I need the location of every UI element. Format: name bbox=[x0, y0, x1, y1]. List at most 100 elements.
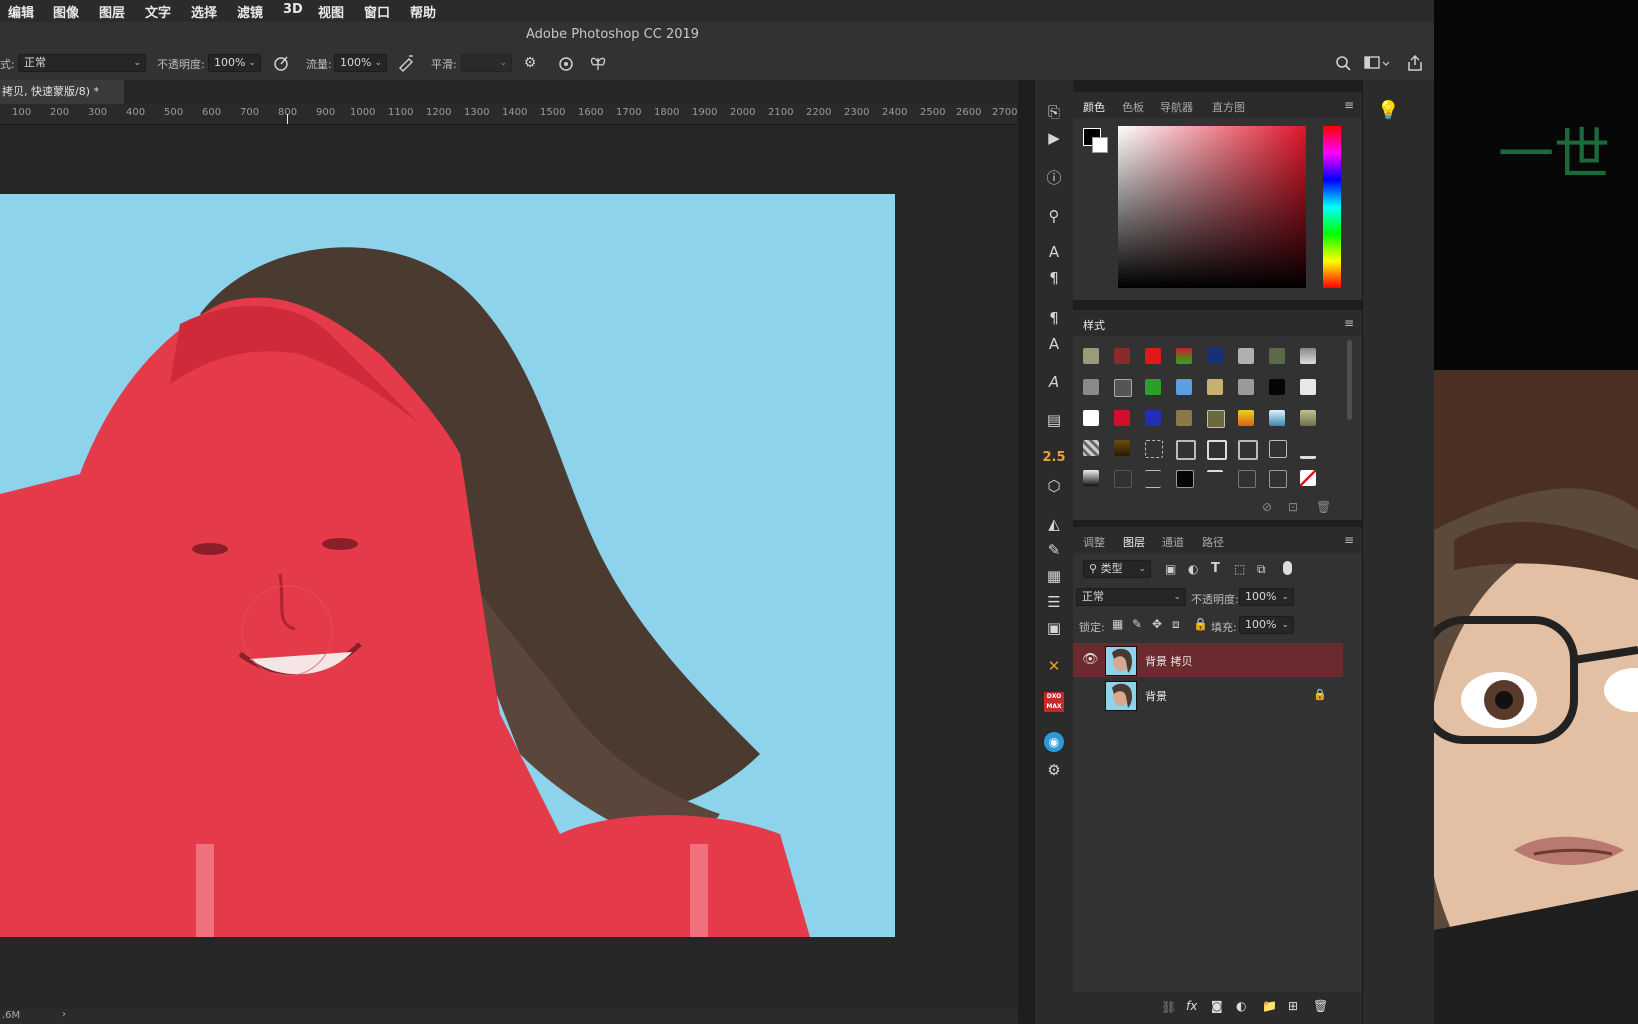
new-group-icon[interactable]: 📁 bbox=[1262, 999, 1277, 1013]
paragraph-icon[interactable]: ¶ bbox=[1041, 266, 1067, 290]
style-swatch[interactable] bbox=[1207, 379, 1223, 395]
menu-3d[interactable]: 3D bbox=[283, 2, 303, 17]
image-filter-icon[interactable]: ▣ bbox=[1165, 562, 1176, 576]
lock-transparency-icon[interactable]: ▦ bbox=[1112, 617, 1123, 631]
style-swatch[interactable] bbox=[1114, 440, 1130, 456]
style-swatch[interactable] bbox=[1176, 379, 1192, 395]
style-swatch[interactable] bbox=[1207, 440, 1227, 460]
clear-style-icon[interactable]: ⊘ bbox=[1262, 500, 1272, 514]
tab-color[interactable]: 颜色 bbox=[1083, 99, 1105, 115]
new-style-icon[interactable]: ⊡ bbox=[1288, 500, 1298, 514]
tab-histogram[interactable]: 直方图 bbox=[1212, 99, 1245, 115]
3d-icon[interactable]: ⬡ bbox=[1041, 474, 1067, 498]
visibility-toggle-empty[interactable] bbox=[1082, 687, 1096, 701]
style-swatch[interactable] bbox=[1145, 470, 1161, 488]
style-swatch[interactable] bbox=[1238, 440, 1258, 460]
lock-position-icon[interactable]: ✥ bbox=[1152, 617, 1162, 631]
menu-window[interactable]: 窗口 bbox=[364, 2, 390, 21]
background-color-swatch[interactable] bbox=[1092, 137, 1108, 153]
status-arrow[interactable]: › bbox=[62, 1009, 66, 1020]
plugin-value-icon[interactable]: 2.5 bbox=[1041, 446, 1067, 470]
menu-layer[interactable]: 图层 bbox=[99, 2, 125, 21]
adjustment-filter-icon[interactable]: ◐ bbox=[1188, 562, 1198, 576]
new-layer-icon[interactable]: ⊞ bbox=[1288, 999, 1298, 1013]
style-swatch[interactable] bbox=[1145, 348, 1161, 364]
style-swatch[interactable] bbox=[1269, 379, 1285, 395]
menu-edit[interactable]: 编辑 bbox=[8, 2, 34, 21]
style-swatch[interactable] bbox=[1269, 470, 1287, 488]
tab-layers[interactable]: 图层 bbox=[1123, 534, 1145, 550]
style-swatch[interactable] bbox=[1238, 348, 1254, 364]
layer-opacity-dropdown[interactable]: 100% ⌄ bbox=[1239, 588, 1294, 606]
learn-lightbulb-icon[interactable]: 💡 bbox=[1377, 100, 1399, 121]
style-swatch[interactable] bbox=[1083, 348, 1099, 364]
style-swatch[interactable] bbox=[1300, 410, 1316, 426]
layer-row-selected[interactable]: 👁 背景 拷贝 bbox=[1073, 643, 1343, 677]
fx-icon[interactable]: fx bbox=[1186, 999, 1197, 1013]
menu-select[interactable]: 选择 bbox=[191, 2, 217, 21]
play-action-icon[interactable]: ▶ bbox=[1041, 126, 1067, 150]
add-mask-icon[interactable]: ◙ bbox=[1211, 999, 1223, 1013]
flow-dropdown[interactable]: 100% ⌄ bbox=[334, 54, 387, 72]
style-swatch[interactable] bbox=[1269, 348, 1285, 364]
brushes-icon[interactable]: ▦ bbox=[1041, 564, 1067, 588]
style-swatch[interactable] bbox=[1238, 410, 1254, 426]
style-swatch[interactable] bbox=[1238, 470, 1256, 488]
character-icon[interactable]: A bbox=[1041, 240, 1067, 264]
color-field[interactable] bbox=[1118, 126, 1306, 288]
style-swatch[interactable] bbox=[1176, 348, 1192, 364]
plugin-network-icon[interactable]: ⚙ bbox=[1041, 758, 1067, 782]
notes-icon[interactable]: ▤ bbox=[1041, 408, 1067, 432]
menu-view[interactable]: 视图 bbox=[318, 2, 344, 21]
styles-scrollbar[interactable] bbox=[1347, 340, 1352, 420]
layer-comps-icon[interactable]: ◭ bbox=[1041, 512, 1067, 536]
style-swatch[interactable] bbox=[1083, 410, 1099, 426]
smooth-dropdown[interactable]: ⌄ bbox=[461, 54, 512, 72]
tab-navigator[interactable]: 导航器 bbox=[1160, 99, 1193, 115]
paragraph-style-icon[interactable]: ¶ bbox=[1041, 306, 1067, 330]
link-layers-icon[interactable]: ⛓ bbox=[1161, 1000, 1176, 1014]
tab-adjustments[interactable]: 调整 bbox=[1083, 534, 1105, 550]
fill-dropdown[interactable]: 100% ⌄ bbox=[1239, 616, 1294, 634]
style-swatch[interactable] bbox=[1114, 470, 1132, 488]
style-swatch[interactable] bbox=[1300, 440, 1316, 459]
style-swatch[interactable] bbox=[1269, 410, 1285, 426]
mode-dropdown[interactable]: 正常 ⌄ bbox=[18, 54, 146, 72]
style-swatch[interactable] bbox=[1176, 410, 1192, 426]
menu-image[interactable]: 图像 bbox=[53, 2, 79, 21]
layer-filter-dropdown[interactable]: ⚲ 类型 ⌄ bbox=[1083, 560, 1151, 578]
timeline-icon[interactable]: ▣ bbox=[1041, 616, 1067, 640]
workspace-icon[interactable] bbox=[1362, 54, 1392, 72]
panel-menu-icon[interactable]: ≡ bbox=[1344, 533, 1354, 547]
gear-icon[interactable]: ⚙ bbox=[521, 54, 539, 72]
trash-icon[interactable]: 🗑 bbox=[1316, 500, 1331, 514]
adjustment-layer-icon[interactable]: ◐ bbox=[1236, 999, 1246, 1013]
hue-slider[interactable] bbox=[1323, 126, 1341, 288]
style-swatch[interactable] bbox=[1300, 348, 1316, 364]
character-style-icon[interactable]: A bbox=[1041, 332, 1067, 356]
tab-styles[interactable]: 样式 bbox=[1083, 317, 1105, 333]
type-filter-icon[interactable]: T bbox=[1211, 561, 1220, 576]
style-swatch[interactable] bbox=[1269, 440, 1287, 458]
canvas-area[interactable] bbox=[0, 125, 1018, 1009]
style-swatch[interactable] bbox=[1114, 348, 1130, 364]
tab-paths[interactable]: 路径 bbox=[1202, 534, 1224, 550]
shape-filter-icon[interactable]: ⬚ bbox=[1234, 562, 1245, 576]
properties-icon[interactable]: ☰ bbox=[1041, 590, 1067, 614]
filter-toggle-icon[interactable] bbox=[1283, 561, 1292, 575]
style-swatch[interactable] bbox=[1300, 379, 1316, 395]
style-swatch[interactable] bbox=[1176, 470, 1194, 488]
tab-swatches[interactable]: 色板 bbox=[1122, 99, 1144, 115]
style-swatch[interactable] bbox=[1207, 348, 1223, 364]
style-swatch[interactable] bbox=[1207, 410, 1225, 428]
eye-visibility-icon[interactable]: 👁 bbox=[1082, 652, 1099, 667]
smart-object-filter-icon[interactable]: ⧉ bbox=[1257, 562, 1266, 577]
lock-all-icon[interactable]: 🔒 bbox=[1193, 617, 1208, 631]
style-swatch[interactable] bbox=[1114, 410, 1130, 426]
menu-filter[interactable]: 滤镜 bbox=[237, 2, 263, 21]
trash-icon[interactable]: 🗑 bbox=[1313, 999, 1328, 1013]
no-style-swatch[interactable] bbox=[1300, 470, 1316, 486]
panel-menu-icon[interactable]: ≡ bbox=[1344, 98, 1354, 112]
pressure-opacity-icon[interactable] bbox=[272, 54, 290, 72]
history-icon[interactable]: ⎘ bbox=[1041, 100, 1067, 124]
